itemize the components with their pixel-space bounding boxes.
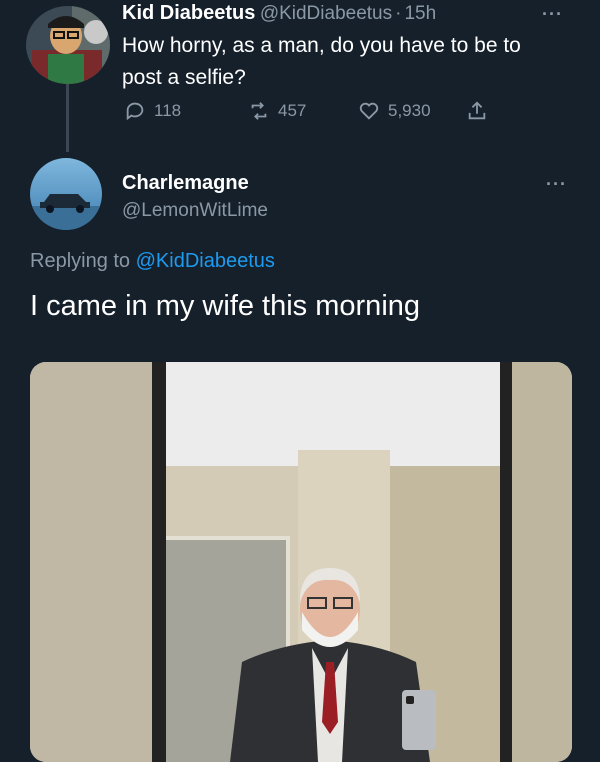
- car-avatar-icon: [30, 158, 102, 230]
- tweet-text: How horny, as a man, do you have to be t…: [122, 30, 521, 94]
- replying-to-handle[interactable]: @KidDiabeetus: [136, 250, 275, 272]
- replying-to-prefix: Replying to: [30, 250, 136, 272]
- reply-photo[interactable]: [30, 362, 572, 762]
- share-button[interactable]: [466, 100, 488, 122]
- tweet-display-name[interactable]: Kid Diabeetus: [122, 2, 255, 24]
- mirror-selfie-photo: [30, 362, 572, 762]
- tweet-separator: ·: [395, 3, 402, 24]
- cartoon-avatar-icon: [26, 6, 110, 84]
- reply-handle[interactable]: @LemonWitLime: [122, 200, 268, 222]
- like-count: 5,930: [388, 101, 431, 120]
- tweet-time[interactable]: 15h: [404, 3, 436, 24]
- replying-to-line: Replying to @KidDiabeetus: [30, 250, 275, 273]
- like-button[interactable]: 5,930: [358, 100, 431, 122]
- retweet-icon: [251, 102, 267, 120]
- reply-icon: [126, 102, 144, 121]
- retweet-button[interactable]: 457: [248, 100, 306, 122]
- kid-diabeetus-avatar[interactable]: [26, 6, 110, 84]
- thread-connector-line: [66, 84, 69, 152]
- heart-icon: [359, 102, 379, 120]
- retweet-count: 457: [278, 101, 307, 120]
- charlemagne-avatar[interactable]: [30, 158, 102, 230]
- tweet-handle[interactable]: @KidDiabeetus: [260, 3, 392, 24]
- tweet-more-icon[interactable]: ···: [542, 4, 563, 25]
- reply-text: I came in my wife this morning: [30, 290, 421, 322]
- tweet-text-line: How horny, as a man, do you have to be t…: [122, 34, 521, 57]
- reply-button[interactable]: 118: [124, 100, 181, 122]
- reply-more-icon[interactable]: ···: [546, 174, 567, 195]
- reply-count: 118: [154, 101, 182, 120]
- tweet-text-line: post a selfie?: [122, 66, 246, 89]
- share-icon: [468, 101, 486, 120]
- tweet-header: Kid Diabeetus @KidDiabeetus · 15h: [122, 2, 436, 25]
- reply-display-name[interactable]: Charlemagne: [122, 172, 249, 195]
